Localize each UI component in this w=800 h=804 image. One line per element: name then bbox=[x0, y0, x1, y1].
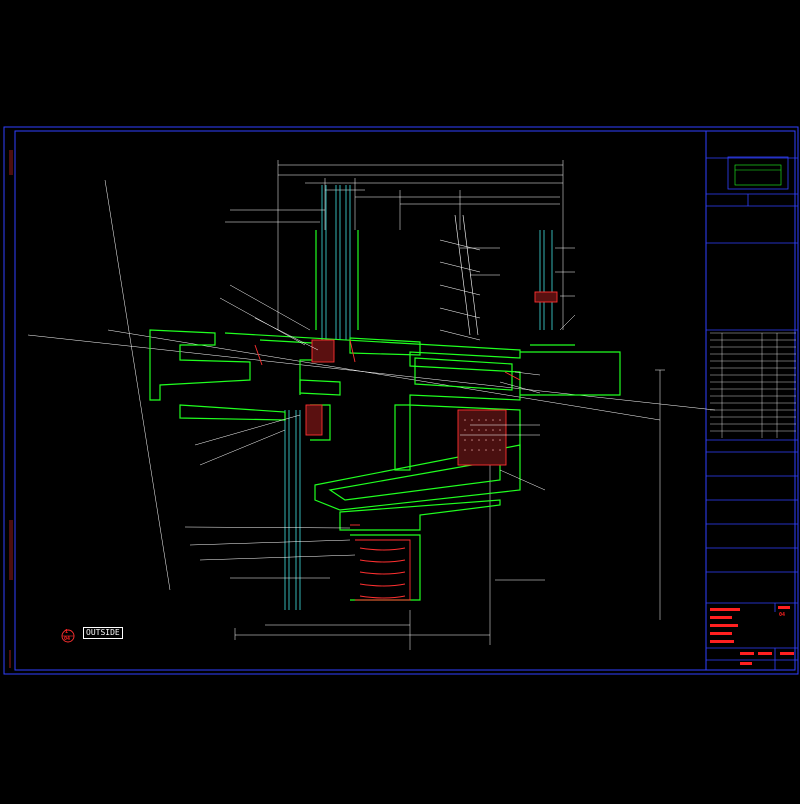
aluminium-profiles bbox=[149, 230, 621, 601]
outside-label: OUTSIDE bbox=[83, 627, 123, 639]
section-marker-number: 1 bbox=[65, 629, 69, 635]
sheet-border-inner bbox=[14, 130, 796, 671]
cad-drawing-sheet bbox=[0, 0, 800, 800]
leader-lines bbox=[184, 209, 576, 581]
spandrel-hatch bbox=[439, 214, 481, 341]
glass-panes bbox=[284, 185, 553, 610]
sheet-border-outer bbox=[3, 126, 799, 675]
revision-table bbox=[710, 332, 796, 438]
left-margin-strip bbox=[9, 150, 13, 668]
title-block bbox=[706, 156, 798, 670]
dimension-lines bbox=[27, 160, 716, 650]
key-plan bbox=[734, 164, 782, 186]
drawing-number: 04 bbox=[779, 612, 786, 618]
section-marker-sheet: 04 bbox=[64, 636, 71, 642]
